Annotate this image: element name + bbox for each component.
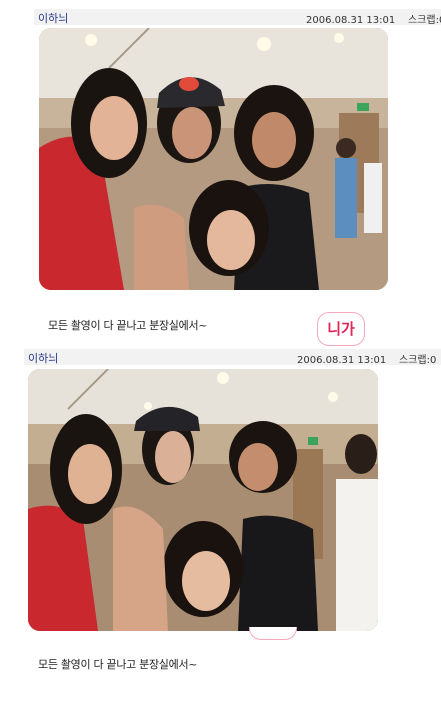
post-caption: 모든 촬영이 다 끝나고 분장실에서~ bbox=[38, 658, 198, 671]
post-meta: 2006.08.31 13:01 스크랩:0 bbox=[297, 351, 436, 366]
scrap-count[interactable]: 스크랩:0 bbox=[399, 351, 436, 366]
group-photo-image bbox=[28, 369, 378, 631]
author-name[interactable]: 이하늬 bbox=[28, 350, 58, 366]
post-photo[interactable] bbox=[28, 369, 378, 631]
post-2: 이하늬 2006.08.31 13:01 스크랩:0 모든 촬영이 다 끝나고 … bbox=[0, 0, 441, 712]
sticker-image bbox=[249, 627, 297, 640]
post-datetime: 2006.08.31 13:01 bbox=[297, 355, 387, 366]
post-header: 이하늬 2006.08.31 13:01 스크랩:0 bbox=[24, 349, 441, 366]
